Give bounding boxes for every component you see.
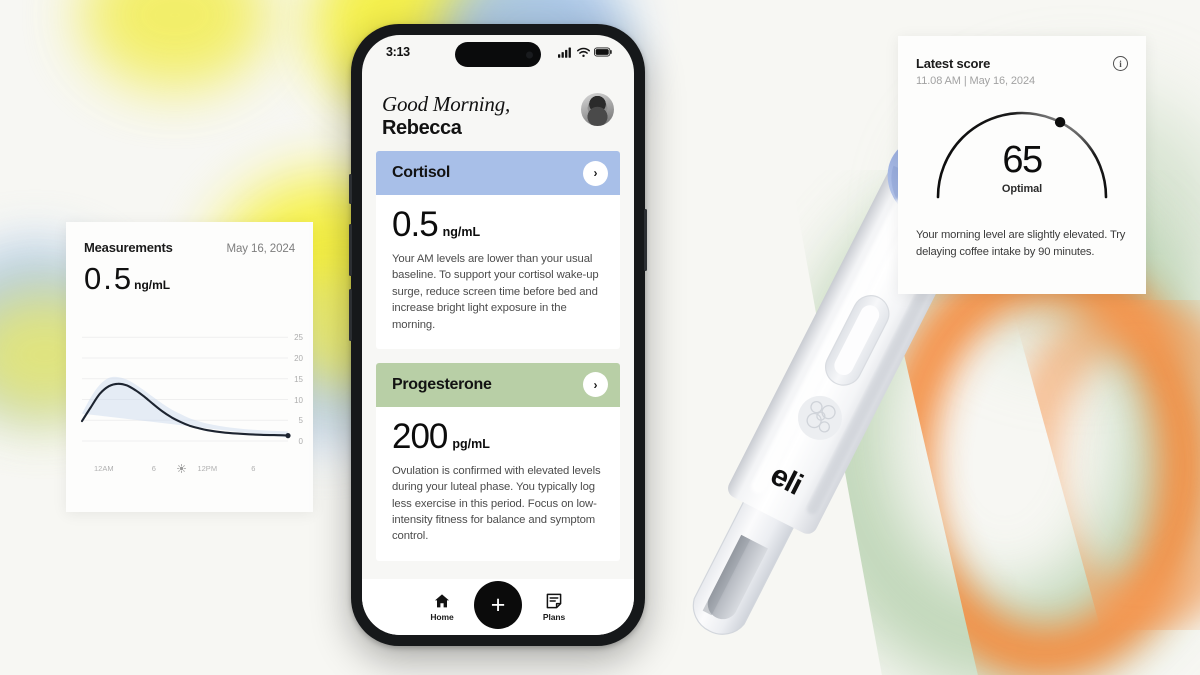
cortisol-description: Your AM levels are lower than your usual… <box>392 253 599 331</box>
phone-screen: 3:13 Good Morning, Rebecca Cortisol › 0.… <box>362 35 634 635</box>
front-camera-icon <box>526 51 533 58</box>
y-tick-label: 0 <box>298 437 303 446</box>
hormone-card-cortisol: Cortisol › 0.5 ng/mL Your AM levels are l… <box>376 151 620 349</box>
cortisol-value: 0.5 ng/mL <box>392 207 604 242</box>
chart-end-marker <box>285 433 291 439</box>
measurements-date: May 16, 2024 <box>226 243 296 255</box>
progesterone-description: Ovulation is confirmed with elevated lev… <box>392 464 601 543</box>
progesterone-card-label: Progesterone <box>392 375 492 393</box>
cortisol-curve-chart: 0 5 10 15 20 25 12AM 6 12PM 6 <box>80 315 303 480</box>
score-value: 65 <box>1002 139 1043 181</box>
wifi-icon <box>577 47 590 57</box>
progesterone-value-number: 200 <box>392 416 448 456</box>
avatar[interactable] <box>581 93 614 126</box>
background-blob-yellow <box>80 0 270 90</box>
score-card-title: Latest score <box>916 56 991 71</box>
status-bar-time: 3:13 <box>386 45 410 59</box>
score-card-timestamp: 11.08 AM | May 16, 2024 <box>916 75 1035 87</box>
x-tick-label: 12PM <box>197 463 218 473</box>
measurements-header: Measurements May 16, 2024 <box>66 222 313 255</box>
hormone-card-list: Cortisol › 0.5 ng/mL Your AM levels are l… <box>362 151 634 579</box>
greeting-text: Good Morning, Rebecca <box>382 92 511 141</box>
chart-svg <box>80 336 291 442</box>
home-icon <box>435 593 449 607</box>
promo-scene: Measurements May 16, 2024 0.5ng/mL 0 5 10 1… <box>0 0 1200 675</box>
chevron-right-icon[interactable]: › <box>583 160 608 186</box>
progesterone-value-unit: pg/mL <box>452 436 490 451</box>
greeting-line-2: Rebecca <box>382 117 462 140</box>
y-tick-label: 25 <box>294 333 303 343</box>
measurements-title: Measurements <box>84 240 173 255</box>
tab-plans-label: Plans <box>542 611 566 622</box>
phone-mockup: 3:13 Good Morning, Rebecca Cortisol › 0.… <box>349 24 647 646</box>
add-measurement-button[interactable]: + <box>474 581 522 629</box>
cortisol-card-body: 0.5 ng/mL Your AM levels are lower than y… <box>376 195 620 349</box>
measurements-value: 0.5ng/mL <box>66 255 313 297</box>
bottom-tab-bar: Home Plans + <box>362 579 634 635</box>
score-recommendation: Your morning level are slightly elevated… <box>916 229 1126 258</box>
x-tick-label: 6 <box>151 463 156 473</box>
signal-bars-icon <box>558 47 571 58</box>
status-bar: 3:13 <box>362 35 634 69</box>
x-tick-label: 12AM <box>94 463 114 473</box>
cortisol-value-unit: ng/mL <box>442 225 481 240</box>
plus-icon: + <box>490 590 506 619</box>
progesterone-card-body: 200 pg/mL Ovulation is confirmed with ele… <box>376 407 620 561</box>
tab-home-label: Home <box>430 611 454 622</box>
latest-score-card: Latest score 11.08 AM | May 16, 2024 i 6… <box>898 36 1146 294</box>
cortisol-value-number: 0.5 <box>392 205 439 245</box>
y-tick-label: 15 <box>294 374 303 384</box>
y-tick-label: 20 <box>294 354 303 364</box>
greeting-block: Good Morning, Rebecca <box>362 69 634 151</box>
measurements-value-unit: ng/mL <box>134 278 171 292</box>
cortisol-card-label: Cortisol <box>392 164 451 182</box>
info-icon[interactable]: i <box>1113 56 1128 71</box>
sun-icon <box>176 463 186 473</box>
hormone-card-progesterone: Progesterone › 200 pg/mL Ovulation is con… <box>376 362 620 561</box>
progesterone-card-header[interactable]: Progesterone › <box>376 362 620 407</box>
phone-volume-down-button[interactable] <box>349 289 352 341</box>
y-tick-label: 5 <box>298 416 303 426</box>
tab-plans[interactable]: Plans <box>526 593 582 622</box>
dynamic-island <box>455 42 541 67</box>
score-gauge: 65 Optimal <box>916 93 1128 211</box>
measurements-card: Measurements May 16, 2024 0.5ng/mL 0 5 10 1… <box>66 222 313 512</box>
measurements-value-number: 0.5 <box>84 261 134 296</box>
score-card-header: Latest score 11.08 AM | May 16, 2024 i <box>916 56 1128 87</box>
greeting-line-1: Good Morning, <box>382 92 511 116</box>
x-tick-label: 6 <box>251 463 256 473</box>
status-bar-indicators <box>558 47 612 58</box>
notes-icon <box>546 593 562 608</box>
cortisol-card-header[interactable]: Cortisol › <box>376 151 620 196</box>
progesterone-value: 200 pg/mL <box>392 419 604 454</box>
score-status: Optimal <box>1001 183 1043 195</box>
battery-icon <box>594 47 612 57</box>
score-card-heading: Latest score 11.08 AM | May 16, 2024 <box>916 56 1035 87</box>
tab-home[interactable]: Home <box>414 593 470 622</box>
chart-confidence-band <box>82 376 288 438</box>
y-tick-label: 10 <box>294 395 303 405</box>
gauge-value-marker <box>1054 117 1066 128</box>
chevron-right-icon[interactable]: › <box>583 372 608 398</box>
